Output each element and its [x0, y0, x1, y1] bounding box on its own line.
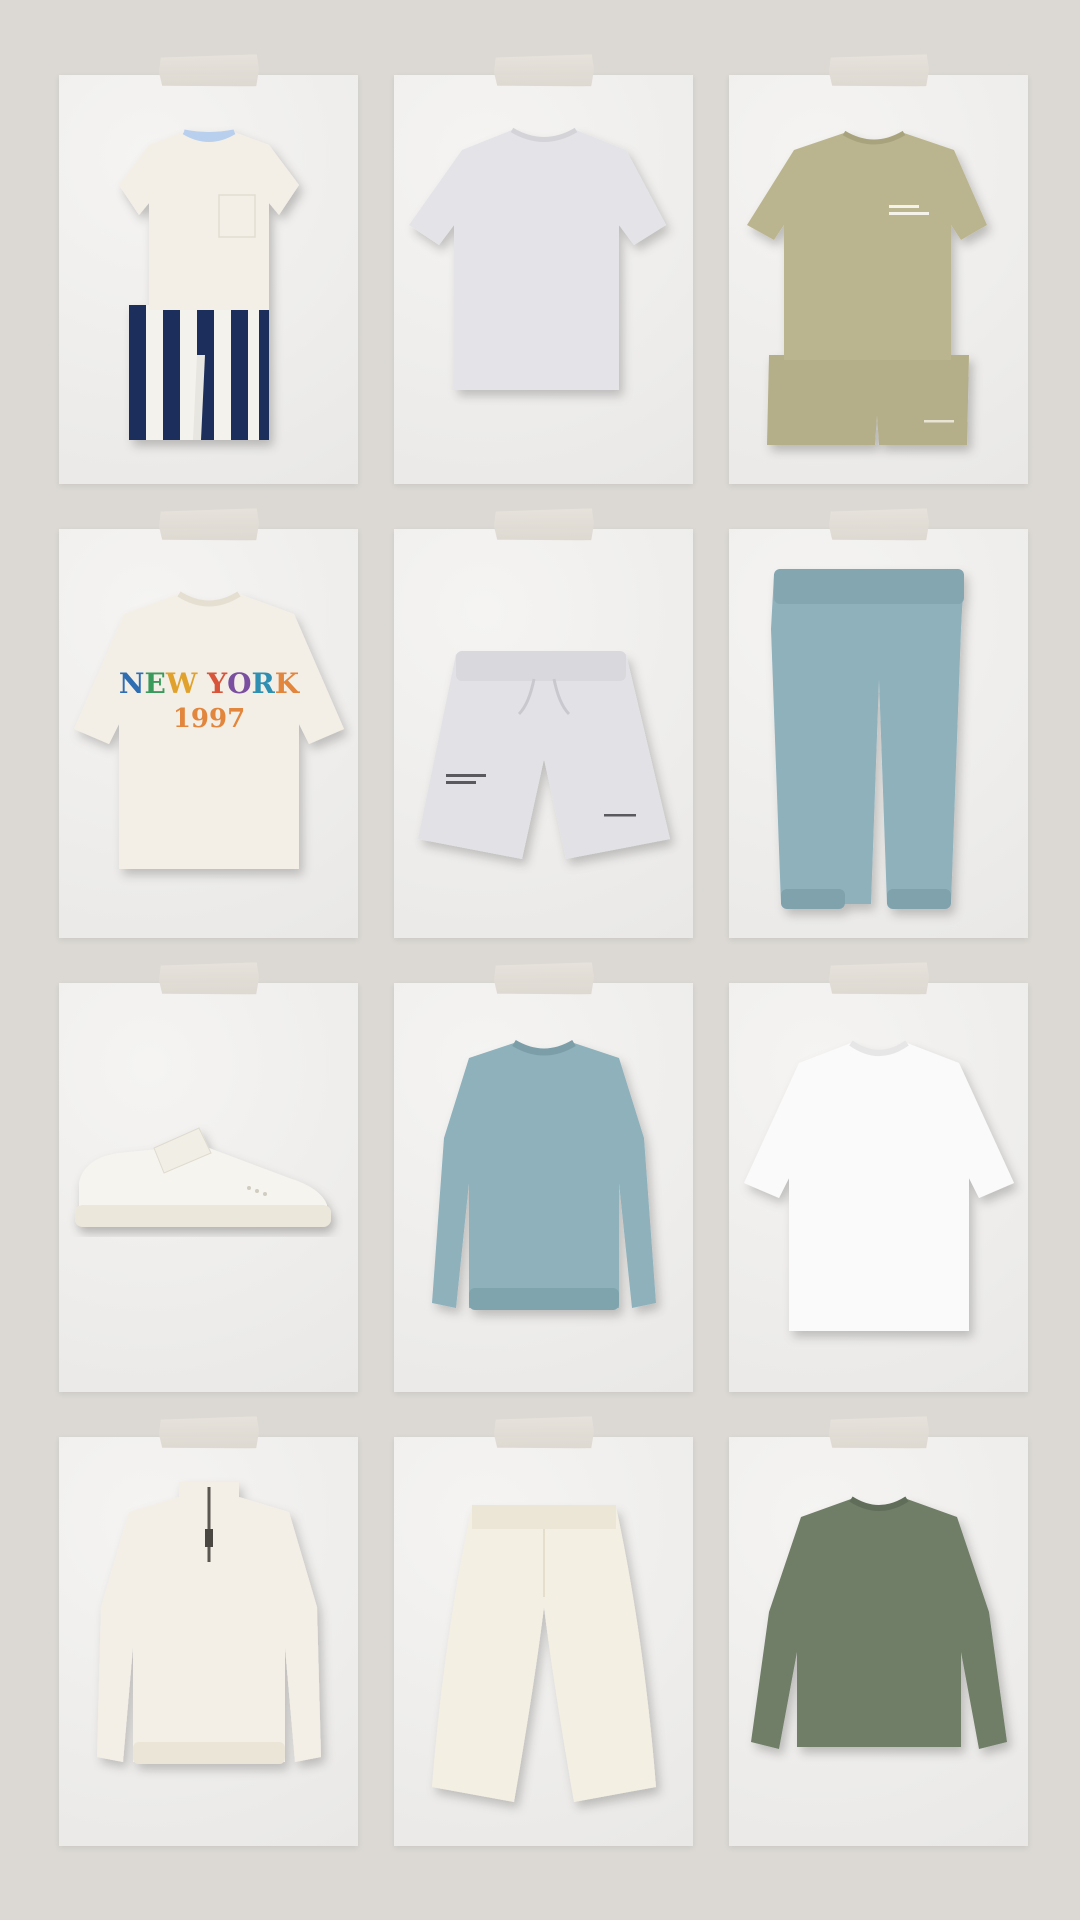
product-card[interactable]: [59, 1437, 358, 1846]
product-grid: NEW YORK 1997: [59, 75, 1029, 1846]
new-york-tshirt-icon: NEW YORK 1997: [59, 529, 358, 938]
print-line-2: 1997: [173, 704, 245, 734]
product-card[interactable]: NEW YORK 1997: [59, 529, 358, 938]
product-card[interactable]: [729, 1437, 1028, 1846]
print-line-1: NEW YORK: [119, 667, 301, 700]
blue-joggers-icon: [729, 529, 1028, 938]
product-card[interactable]: [394, 1437, 693, 1846]
product-card[interactable]: [729, 75, 1028, 484]
product-card[interactable]: [394, 983, 693, 1392]
product-card[interactable]: [729, 529, 1028, 938]
khaki-tee-shorts-set-icon: [729, 75, 1028, 484]
striped-shirt-pants-set-icon: [59, 75, 358, 484]
product-card[interactable]: [394, 75, 693, 484]
white-sneaker-icon: [59, 983, 358, 1392]
product-card[interactable]: [59, 983, 358, 1392]
product-card[interactable]: [729, 983, 1028, 1392]
blue-sweatshirt-icon: [394, 983, 693, 1392]
olive-longsleeve-icon: [729, 1437, 1028, 1846]
white-tshirt-icon: [729, 983, 1028, 1392]
cream-trousers-icon: [394, 1437, 693, 1846]
grey-shorts-icon: [394, 529, 693, 938]
grey-tshirt-icon: [394, 75, 693, 484]
product-card[interactable]: [394, 529, 693, 938]
cream-half-zip-icon: [59, 1437, 358, 1846]
product-card[interactable]: [59, 75, 358, 484]
